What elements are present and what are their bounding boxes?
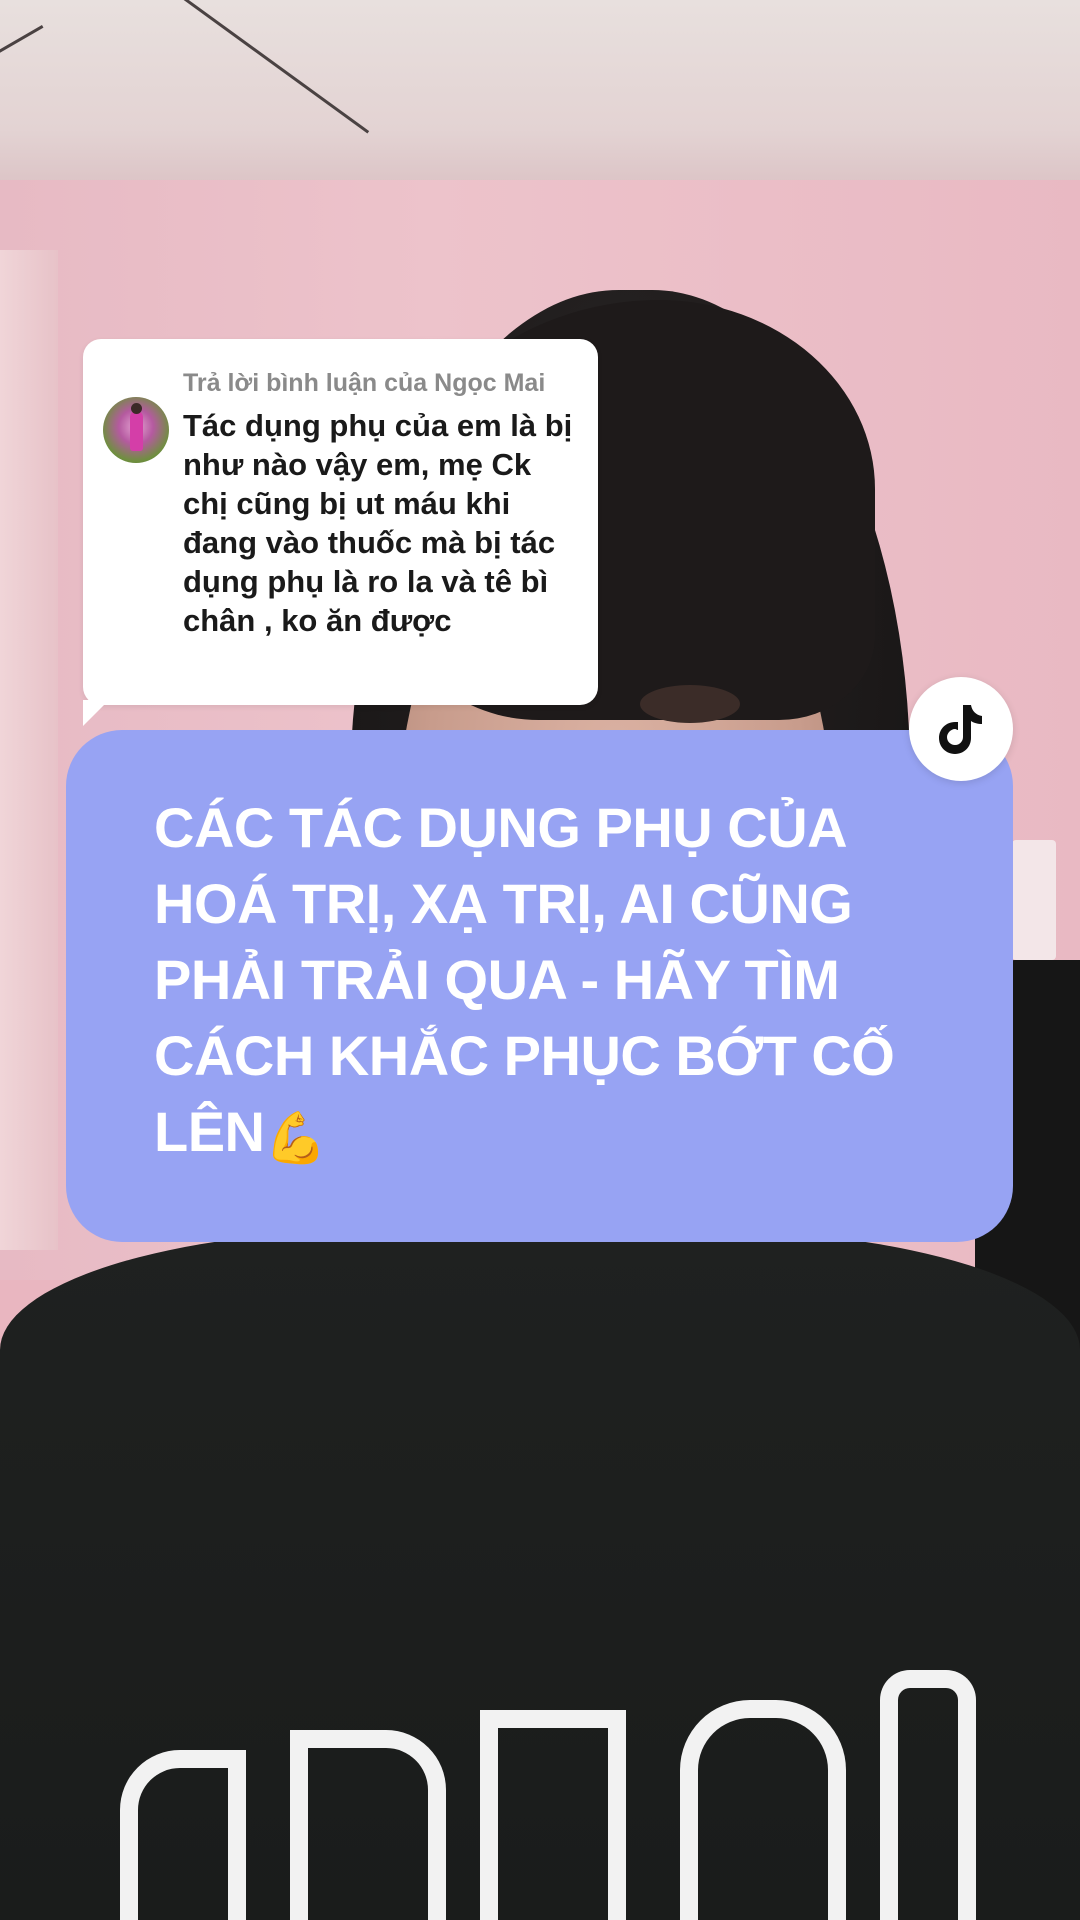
reply-bubble-tail xyxy=(83,700,109,726)
reply-header: Trả lời bình luận của Ngọc Mai xyxy=(183,369,546,397)
person-eye xyxy=(640,685,740,723)
caption-text: CÁC TÁC DỤNG PHỤ CỦA HOÁ TRỊ, XẠ TRỊ, AI… xyxy=(154,790,954,1170)
caption-card: CÁC TÁC DỤNG PHỤ CỦA HOÁ TRỊ, XẠ TRỊ, AI… xyxy=(66,730,1013,1242)
flexed-biceps-icon: 💪 xyxy=(264,1110,327,1166)
tiktok-badge[interactable] xyxy=(909,677,1013,781)
background-wall-corner xyxy=(0,250,58,1250)
video-frame[interactable]: Trả lời bình luận của Ngọc Mai Tác dụng … xyxy=(0,0,1080,1920)
user-avatar-icon xyxy=(103,397,169,463)
reply-comment-bubble[interactable]: Trả lời bình luận của Ngọc Mai Tác dụng … xyxy=(83,339,598,705)
background-door-trim xyxy=(1012,840,1056,960)
caption-label: CÁC TÁC DỤNG PHỤ CỦA HOÁ TRỊ, XẠ TRỊ, AI… xyxy=(154,796,895,1163)
sweater-print xyxy=(120,1670,980,1920)
reply-comment-text: Tác dụng phụ của em là bị như nào vậy em… xyxy=(183,408,573,638)
background-ceiling xyxy=(0,0,1080,185)
tiktok-logo-icon xyxy=(939,705,982,754)
